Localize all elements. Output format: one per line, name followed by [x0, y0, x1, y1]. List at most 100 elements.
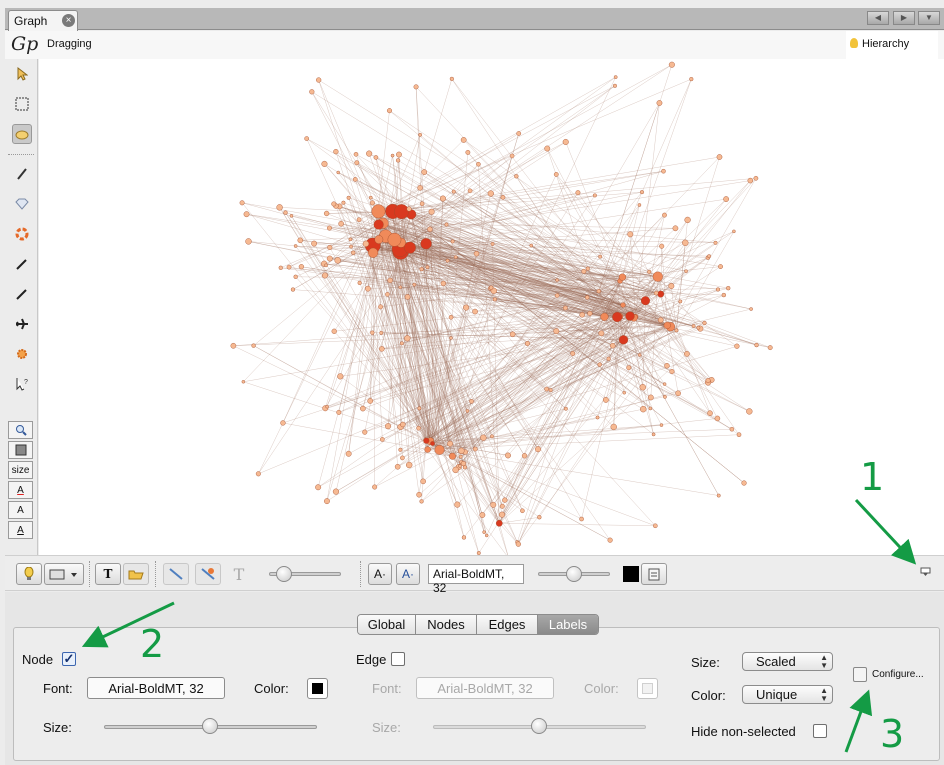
graph-node[interactable] [351, 250, 356, 255]
label-settings-icon[interactable] [641, 563, 667, 585]
node-color-swatch[interactable] [307, 678, 328, 699]
graph-node[interactable] [715, 287, 721, 292]
graph-node[interactable] [315, 484, 322, 491]
graph-node[interactable] [585, 266, 590, 271]
graph-node[interactable] [682, 239, 689, 246]
graph-node[interactable] [637, 203, 642, 207]
graph-node[interactable] [454, 501, 461, 508]
graph-node[interactable] [345, 450, 352, 457]
graph-node[interactable] [648, 406, 653, 411]
graph-node[interactable] [445, 258, 450, 263]
graph-node[interactable] [598, 254, 603, 259]
graph-node[interactable] [357, 280, 362, 285]
graph-node[interactable] [336, 170, 340, 175]
graph-node[interactable] [371, 204, 386, 219]
graph-node[interactable] [707, 410, 713, 416]
graph-node[interactable] [716, 493, 721, 498]
graph-node[interactable] [467, 188, 473, 194]
graph-node[interactable] [403, 241, 416, 254]
graph-node[interactable] [535, 446, 541, 453]
graph-node[interactable] [469, 399, 474, 404]
graph-node[interactable] [353, 151, 359, 157]
graph-node[interactable] [427, 226, 433, 232]
graph-node[interactable] [585, 295, 590, 300]
hierarchy-button[interactable]: Hierarchy [846, 31, 938, 59]
graph-node[interactable] [420, 478, 426, 485]
label-size-slider-knob[interactable] [566, 566, 582, 582]
font-size-decrease-icon[interactable]: A· [368, 563, 392, 585]
graph-node[interactable] [372, 484, 378, 490]
graph-node[interactable] [659, 423, 664, 427]
graph-node[interactable] [492, 297, 497, 302]
graph-node[interactable] [333, 148, 339, 155]
preview-font-field[interactable]: Arial-BoldMT, 32 [428, 564, 524, 595]
screenshot-menu-icon[interactable] [44, 563, 84, 585]
graph-node[interactable] [490, 501, 497, 508]
graph-node[interactable] [460, 137, 467, 143]
graph-node[interactable] [400, 455, 405, 461]
pencil-icon[interactable] [12, 254, 32, 274]
graph-node[interactable] [653, 523, 658, 529]
graph-node[interactable] [767, 345, 773, 351]
graph-node[interactable] [373, 219, 384, 230]
graph-node[interactable] [421, 169, 428, 175]
graph-node[interactable] [639, 190, 645, 195]
graph-node[interactable] [579, 516, 584, 522]
graph-node[interactable] [458, 464, 462, 468]
airplane-icon[interactable] [12, 314, 32, 334]
graph-node[interactable] [461, 535, 467, 540]
graph-node[interactable] [413, 84, 419, 90]
graph-node[interactable] [386, 108, 392, 114]
graph-node[interactable] [352, 177, 358, 182]
graph-node[interactable] [661, 168, 666, 174]
graph-node[interactable] [420, 238, 432, 250]
graph-node[interactable] [554, 293, 560, 298]
graph-node[interactable] [562, 138, 569, 145]
graph-node[interactable] [498, 511, 506, 518]
graph-node[interactable] [230, 342, 237, 349]
hide-non-selected-checkbox[interactable] [813, 724, 827, 738]
graph-node[interactable] [754, 342, 759, 348]
graph-node[interactable] [463, 304, 470, 311]
graph-node[interactable] [479, 512, 486, 518]
graph-node[interactable] [563, 406, 568, 411]
edge-size-slider-knob[interactable] [531, 718, 547, 734]
graph-node[interactable] [548, 388, 553, 393]
graph-node[interactable] [390, 153, 395, 158]
graph-node[interactable] [490, 242, 495, 246]
graph-node[interactable] [327, 244, 333, 250]
node-shape-icon[interactable] [8, 441, 33, 459]
graph-node[interactable] [729, 426, 735, 432]
graph-node[interactable] [449, 336, 453, 340]
graph-node[interactable] [326, 255, 333, 262]
graph-node[interactable] [595, 415, 600, 420]
graph-node[interactable] [691, 324, 696, 328]
graph-node[interactable] [336, 409, 342, 415]
graph-node[interactable] [458, 454, 463, 459]
graph-node[interactable] [484, 533, 489, 538]
graph-node[interactable] [651, 432, 656, 437]
graph-node[interactable] [579, 312, 585, 318]
graph-node[interactable] [622, 391, 626, 395]
graph-canvas[interactable] [39, 59, 944, 561]
label-font-icon[interactable]: A [8, 501, 33, 519]
node-font-field[interactable]: Arial-BoldMT, 32 [87, 677, 225, 699]
graph-node[interactable] [575, 190, 581, 196]
graph-node[interactable] [365, 285, 371, 292]
graph-node[interactable] [696, 325, 701, 330]
graph-node[interactable] [626, 365, 632, 371]
graph-node[interactable] [618, 273, 627, 281]
graph-node[interactable] [368, 195, 373, 200]
graph-node[interactable] [337, 373, 344, 380]
graph-node[interactable] [385, 292, 390, 297]
graph-node[interactable] [255, 471, 261, 477]
graph-node[interactable] [718, 264, 723, 269]
graph-node[interactable] [662, 212, 667, 218]
graph-node[interactable] [449, 76, 454, 81]
show-labels-icon[interactable]: T [95, 563, 121, 585]
graph-node[interactable] [607, 537, 613, 543]
graph-node[interactable] [487, 190, 494, 197]
lightbulb-toggle-icon[interactable] [16, 563, 42, 585]
graph-node[interactable] [245, 238, 252, 245]
graph-node[interactable] [338, 220, 344, 227]
